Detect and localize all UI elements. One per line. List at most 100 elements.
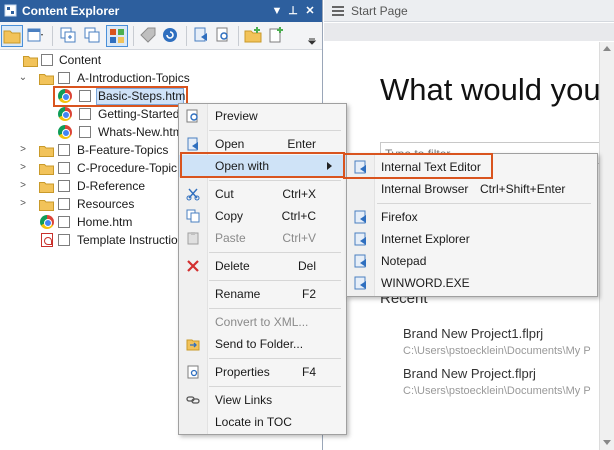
menu-item-label: Paste [215, 231, 246, 245]
move-button[interactable] [191, 25, 213, 47]
recent-project-link[interactable]: Brand New Project1.flprj [403, 326, 543, 341]
toolbar-separator [186, 26, 187, 46]
menu-item-shortcut: Ctrl+C [281, 209, 316, 223]
tree-item-label: Resources [77, 197, 135, 211]
layout-icon [27, 28, 43, 42]
cut-icon [186, 188, 200, 201]
menu-separator [209, 280, 341, 281]
folder-icon [3, 30, 21, 44]
add-file-icon [269, 27, 283, 43]
search-doc-button[interactable] [213, 25, 235, 47]
tag-button[interactable] [138, 25, 160, 47]
pdf-icon [41, 233, 53, 247]
menu-item-locate-in-toc[interactable]: Locate in TOC [179, 411, 346, 433]
panel-pin-button[interactable]: ⊥ [286, 3, 300, 19]
callout-highlight-open-with [180, 152, 345, 178]
submenu-item-label: Firefox [381, 210, 418, 224]
toolbar-overflow-button[interactable] [306, 25, 318, 47]
panel-title: Content Explorer [22, 4, 120, 18]
folder-view-button[interactable] [1, 25, 23, 47]
folder-icon [39, 162, 54, 175]
vertical-scrollbar[interactable] [599, 42, 614, 450]
menu-item-label: Send to Folder... [215, 337, 304, 351]
toolbar-separator [133, 26, 134, 46]
menu-item-delete[interactable]: Delete Del [179, 255, 346, 277]
menu-item-label: View Links [215, 393, 273, 407]
chevron-right-icon[interactable]: > [18, 177, 28, 195]
refresh-button[interactable] [160, 25, 182, 47]
chrome-icon [58, 107, 72, 121]
submenu-item-internal-browser[interactable]: Internal Browser Ctrl+Shift+Enter [347, 178, 597, 200]
menu-item-shortcut: Ctrl+X [282, 187, 316, 201]
layout-button[interactable] [25, 25, 47, 47]
chrome-icon [58, 89, 72, 103]
copy-icon [186, 209, 200, 223]
folder-icon [39, 144, 54, 157]
menu-item-view-links[interactable]: View Links [179, 389, 346, 411]
overflow-icon [307, 38, 317, 45]
recent-project-path: C:\Users\pstoecklein\Documents\My P [403, 345, 591, 357]
menu-separator [209, 358, 341, 359]
tree-item-a-introduction-topics[interactable]: ⌄ A-Introduction-Topics [0, 69, 320, 87]
menu-separator [209, 308, 341, 309]
tree-checkbox[interactable] [58, 72, 70, 84]
submenu-item-winword[interactable]: WINWORD.EXE [347, 272, 597, 294]
submenu-item-firefox[interactable]: Firefox [347, 206, 597, 228]
tree-checkbox[interactable] [79, 108, 91, 120]
menu-icon[interactable] [332, 6, 344, 16]
tree-checkbox[interactable] [58, 162, 70, 174]
winword-app-icon [354, 276, 366, 290]
submenu-item-label: Internal Browser [381, 182, 469, 196]
tree-checkbox[interactable] [79, 126, 91, 138]
menu-separator [377, 203, 591, 204]
send-folder-icon [186, 339, 200, 351]
add-file-button[interactable] [266, 25, 288, 47]
tree-checkbox[interactable] [41, 54, 53, 66]
chevron-right-icon[interactable]: > [18, 141, 28, 159]
tree-item-label: Getting-Started [98, 107, 180, 121]
submenu-item-internet-explorer[interactable]: Internet Explorer [347, 228, 597, 250]
menu-item-convert-to-xml[interactable]: Convert to XML... [179, 311, 346, 333]
tree-item-content[interactable]: Content [0, 51, 320, 69]
tree-checkbox[interactable] [58, 180, 70, 192]
new-window-button[interactable] [58, 25, 80, 47]
tree-item-label: Whats-New.htm [98, 125, 183, 139]
recent-project-link[interactable]: Brand New Project.flprj [403, 366, 536, 381]
chevron-right-icon[interactable]: > [18, 159, 28, 177]
grid-button[interactable] [106, 25, 128, 47]
scroll-down-icon[interactable] [603, 440, 611, 445]
content-explorer-toolbar [0, 22, 322, 50]
menu-item-cut[interactable]: Cut Ctrl+X [179, 183, 346, 205]
content-explorer-titlebar: Content Explorer ▼ ⊥ ✕ [0, 0, 322, 22]
start-page-tab[interactable]: Start Page [324, 0, 614, 22]
tree-checkbox[interactable] [58, 198, 70, 210]
tree-item-label: C-Procedure-Topic [77, 161, 178, 175]
new-folder-button[interactable] [243, 25, 265, 47]
copy-window-icon [84, 27, 100, 43]
menu-item-properties[interactable]: Properties F4 [179, 361, 346, 383]
delete-icon [187, 260, 199, 272]
folder-icon [39, 72, 54, 85]
chevron-down-icon[interactable]: ⌄ [18, 69, 28, 87]
copy-window-button[interactable] [82, 25, 104, 47]
panel-dropdown-button[interactable]: ▼ [270, 3, 284, 19]
tree-checkbox[interactable] [58, 144, 70, 156]
tree-checkbox[interactable] [79, 90, 91, 102]
menu-item-copy[interactable]: Copy Ctrl+C [179, 205, 346, 227]
move-icon [194, 27, 207, 42]
submenu-item-notepad[interactable]: Notepad [347, 250, 597, 272]
internet-explorer-app-icon [354, 232, 366, 246]
tree-checkbox[interactable] [58, 234, 70, 246]
chrome-icon [40, 215, 54, 229]
menu-item-send-to-folder[interactable]: Send to Folder... [179, 333, 346, 355]
tree-checkbox[interactable] [58, 216, 70, 228]
chevron-right-icon[interactable]: > [18, 195, 28, 213]
tree-item-label: D-Reference [77, 179, 146, 193]
submenu-item-label: Internet Explorer [381, 232, 470, 246]
scroll-up-icon[interactable] [603, 46, 611, 51]
menu-item-preview[interactable]: Preview [179, 105, 346, 127]
panel-close-button[interactable]: ✕ [303, 3, 317, 19]
links-icon [186, 396, 200, 404]
menu-item-paste[interactable]: Paste Ctrl+V [179, 227, 346, 249]
menu-item-rename[interactable]: Rename F2 [179, 283, 346, 305]
